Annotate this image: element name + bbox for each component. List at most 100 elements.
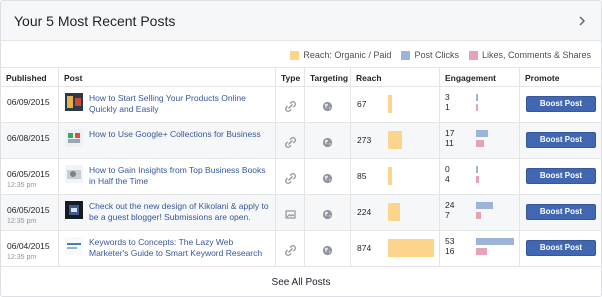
likes-bar <box>476 212 481 219</box>
header-post: Post <box>58 68 275 86</box>
likes-value: 16 <box>445 246 455 256</box>
engagement-cell: 0 4 <box>439 159 519 194</box>
boost-post-button[interactable]: Boost Post <box>526 240 596 256</box>
legend-swatch-post-clicks <box>401 50 411 60</box>
globe-icon <box>322 243 333 256</box>
engagement-values: 53 16 <box>445 236 454 256</box>
header-type: Type <box>275 68 304 86</box>
post-time: 12:35 pm <box>7 218 37 225</box>
type-cell <box>275 231 304 266</box>
post-clicks-value: 17 <box>445 128 455 138</box>
post-date: 06/05/2015 12:35 pm <box>7 169 50 191</box>
link-icon <box>284 243 296 256</box>
engagement-cell: 53 16 <box>439 231 519 266</box>
table-row: 06/05/2015 12:35 pm How to Gain Insights… <box>1 159 601 195</box>
published-cell: 06/04/2015 12:35 pm <box>1 231 58 266</box>
reach-bar <box>388 131 402 149</box>
table-row: 06/09/2015 How to Start Selling Your Pro… <box>1 87 601 123</box>
legend-swatch-reach <box>290 50 300 60</box>
reach-cell: 874 <box>350 231 439 266</box>
post-clicks-bar <box>476 202 493 209</box>
legend-swatch-likes <box>468 50 478 60</box>
engagement-cell: 3 1 <box>439 87 519 122</box>
type-cell <box>275 195 304 230</box>
type-cell <box>275 123 304 158</box>
boost-post-button[interactable]: Boost Post <box>526 132 596 148</box>
likes-value: 1 <box>445 102 450 112</box>
targeting-cell <box>304 87 350 122</box>
post-thumbnail[interactable] <box>65 237 83 255</box>
chevron-right-icon[interactable] <box>575 14 589 28</box>
targeting-cell <box>304 195 350 230</box>
legend-label-reach: Reach: Organic / Paid <box>303 50 392 60</box>
post-time: 12:35 pm <box>7 182 37 189</box>
post-time: 12:35 pm <box>7 254 37 261</box>
reach-value: 67 <box>357 99 367 109</box>
post-date: 06/08/2015 <box>7 133 50 144</box>
engagement-cell: 24 7 <box>439 195 519 230</box>
reach-cell: 224 <box>350 195 439 230</box>
reach-cell: 67 <box>350 87 439 122</box>
reach-bar <box>388 239 434 257</box>
published-cell: 06/05/2015 12:35 pm <box>1 159 58 194</box>
boost-post-button[interactable]: Boost Post <box>526 204 596 220</box>
see-all-posts-link[interactable]: See All Posts <box>1 269 601 296</box>
reach-cell: 273 <box>350 123 439 158</box>
type-cell <box>275 159 304 194</box>
boost-post-button[interactable]: Boost Post <box>526 96 596 112</box>
post-clicks-bar <box>476 130 488 137</box>
post-title-link[interactable]: How to Start Selling Your Products Onlin… <box>89 93 272 115</box>
recent-posts-panel: Your 5 Most Recent Posts Reach: Organic … <box>0 0 602 297</box>
post-title-link[interactable]: Check out the new design of Kikolani & a… <box>89 201 272 223</box>
promote-cell: Boost Post <box>519 195 601 230</box>
likes-bar <box>476 176 479 183</box>
post-cell: Check out the new design of Kikolani & a… <box>58 195 275 230</box>
promote-cell: Boost Post <box>519 87 601 122</box>
likes-bar <box>476 248 487 255</box>
legend-item-reach: Reach: Organic / Paid <box>290 50 391 60</box>
likes-value: 4 <box>445 174 450 184</box>
reach-bar <box>388 167 392 185</box>
link-icon <box>284 99 296 112</box>
legend-item-likes: Likes, Comments & Shares <box>468 50 591 60</box>
likes-value: 11 <box>445 138 454 148</box>
promote-cell: Boost Post <box>519 123 601 158</box>
reach-value: 874 <box>357 243 372 253</box>
engagement-values: 3 1 <box>445 92 450 112</box>
boost-post-button[interactable]: Boost Post <box>526 168 596 184</box>
legend-label-post-clicks: Post Clicks <box>414 50 459 60</box>
likes-bar <box>476 104 478 111</box>
post-title-link[interactable]: Keywords to Concepts: The Lazy Web Marke… <box>89 237 272 259</box>
post-thumbnail[interactable] <box>65 93 83 111</box>
reach-value: 85 <box>357 171 367 181</box>
post-clicks-value: 53 <box>445 236 455 246</box>
published-cell: 06/09/2015 <box>1 87 58 122</box>
type-cell <box>275 87 304 122</box>
table-body: 06/09/2015 How to Start Selling Your Pro… <box>1 87 601 267</box>
post-clicks-bar <box>476 94 478 101</box>
table-row: 06/08/2015 How to Use Google+ Collection… <box>1 123 601 159</box>
engagement-values: 24 7 <box>445 200 454 220</box>
header-targeting: Targeting <box>304 68 350 86</box>
header-promote: Promote <box>519 68 601 86</box>
post-thumbnail[interactable] <box>65 165 83 183</box>
table-row: 06/04/2015 12:35 pm Keywords to Concepts… <box>1 231 601 267</box>
published-cell: 06/08/2015 <box>1 123 58 158</box>
post-thumbnail[interactable] <box>65 129 83 147</box>
likes-bar <box>476 140 484 147</box>
legend: Reach: Organic / Paid Post Clicks Likes,… <box>280 49 591 61</box>
post-date-text: 06/09/2015 <box>7 97 50 107</box>
reach-bar <box>388 95 392 113</box>
table-header: Published Post Type Targeting Reach Enga… <box>1 67 601 87</box>
post-title-link[interactable]: How to Use Google+ Collections for Busin… <box>89 129 272 140</box>
post-cell: Keywords to Concepts: The Lazy Web Marke… <box>58 231 275 266</box>
post-cell: How to Gain Insights from Top Business B… <box>58 159 275 194</box>
likes-value: 7 <box>445 210 450 220</box>
post-title-link[interactable]: How to Gain Insights from Top Business B… <box>89 165 272 187</box>
promote-cell: Boost Post <box>519 159 601 194</box>
panel-header[interactable]: Your 5 Most Recent Posts <box>1 1 601 41</box>
engagement-values: 0 4 <box>445 164 450 184</box>
legend-label-likes: Likes, Comments & Shares <box>481 50 591 60</box>
legend-item-post-clicks: Post Clicks <box>401 50 459 60</box>
post-thumbnail[interactable] <box>65 201 83 219</box>
